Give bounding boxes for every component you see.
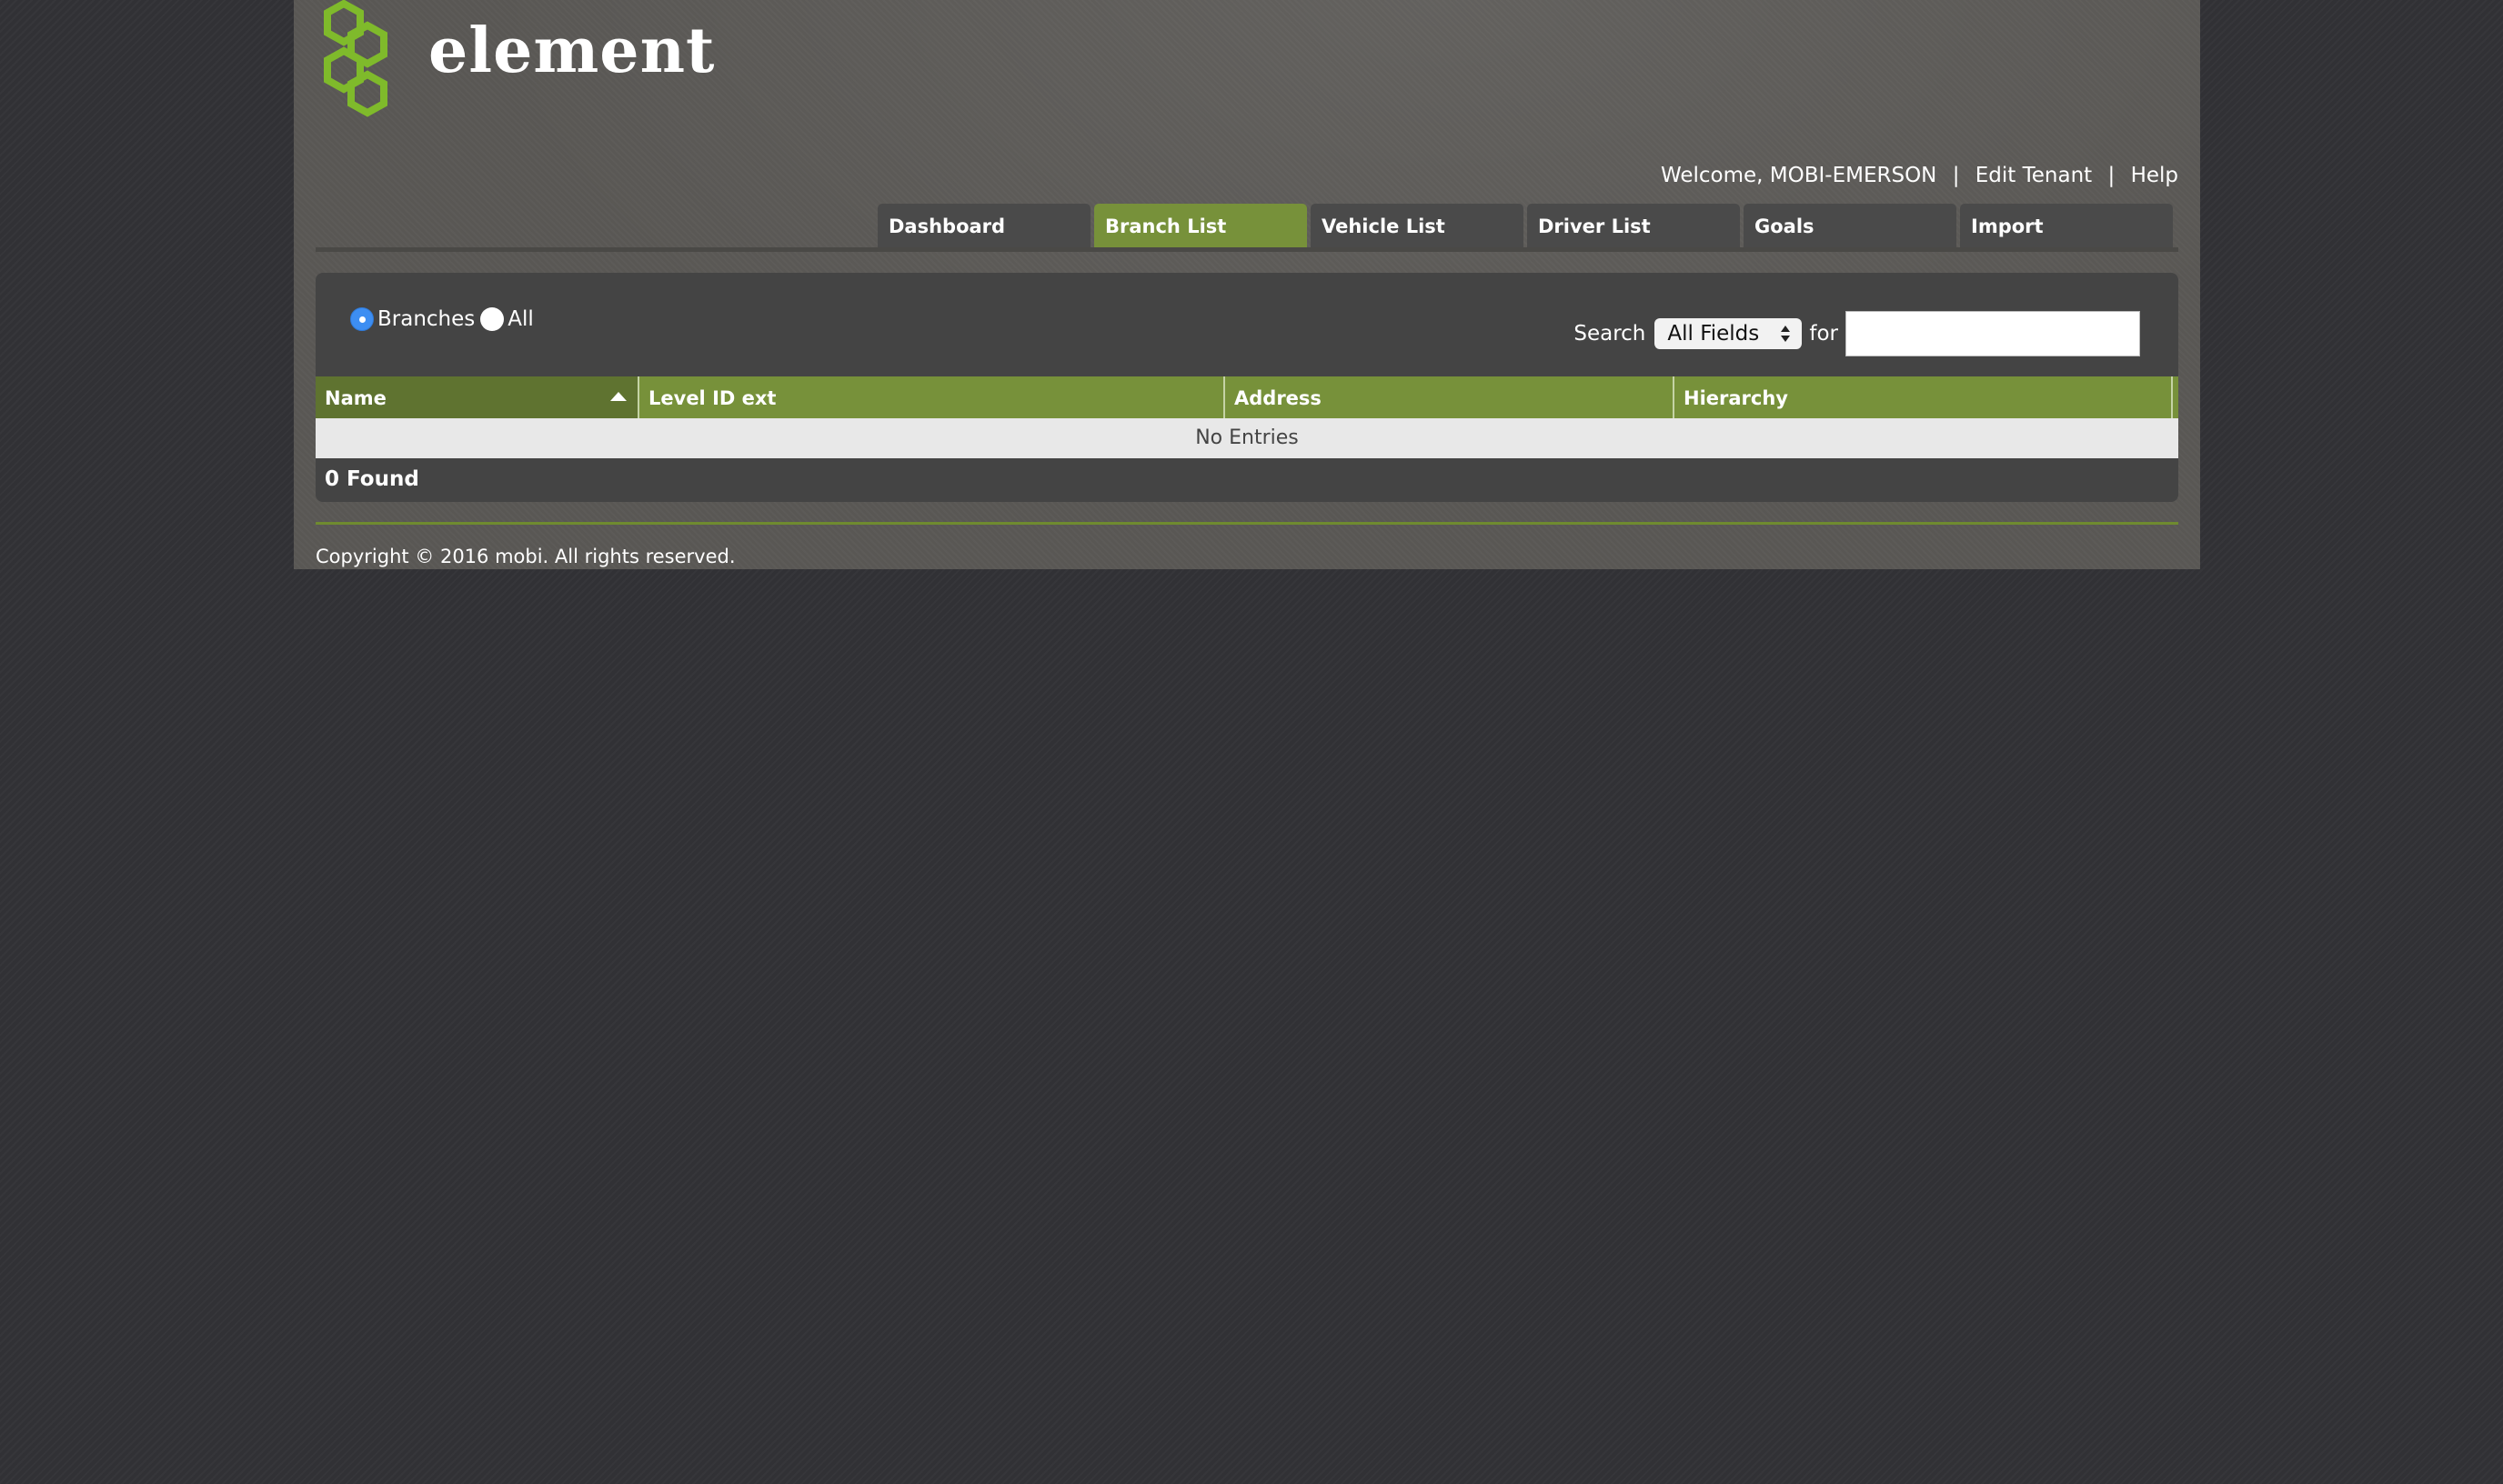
column-header-name[interactable]: Name (316, 376, 639, 418)
branch-list-panel: Branches All Search All Fields for Name (316, 273, 2178, 502)
help-link[interactable]: Help (2131, 164, 2178, 187)
hexagon-cluster-icon (324, 0, 387, 117)
branches-radio[interactable] (350, 307, 374, 331)
column-header-address-label: Address (1234, 387, 1322, 409)
search-field-select[interactable]: All Fields (1654, 318, 1803, 349)
copyright-text: Copyright © 2016 mobi. All rights reserv… (316, 546, 736, 567)
column-header-hierarchy[interactable]: Hierarchy (1674, 376, 2173, 418)
tab-branch-list[interactable]: Branch List (1094, 204, 1307, 247)
for-label: for (1809, 322, 1838, 346)
column-header-address[interactable]: Address (1225, 376, 1674, 418)
branches-radio-label[interactable]: Branches (377, 307, 475, 331)
column-header-name-label: Name (325, 387, 387, 409)
top-links: Welcome, MOBI-EMERSON | Edit Tenant | He… (1661, 164, 2178, 187)
search-field-selected: All Fields (1667, 322, 1760, 346)
search-bar: Search All Fields for (1573, 311, 2140, 356)
select-arrows-icon (1781, 326, 1791, 342)
column-header-level-id-ext[interactable]: Level ID ext (639, 376, 1225, 418)
footer-divider (316, 522, 2178, 525)
sort-ascending-icon (610, 392, 627, 401)
search-label: Search (1573, 322, 1646, 346)
tab-vehicle-list[interactable]: Vehicle List (1311, 204, 1523, 247)
main-nav: Dashboard Branch List Vehicle List Drive… (316, 204, 2178, 252)
table-header: Name Level ID ext Address Hierarchy (316, 376, 2178, 418)
column-header-level-id-ext-label: Level ID ext (648, 387, 777, 409)
nav-underline (316, 247, 2178, 252)
welcome-text: Welcome, MOBI-EMERSON (1660, 164, 1937, 187)
empty-table-row: No Entries (316, 418, 2178, 458)
element-logo[interactable]: element (316, 0, 714, 124)
tab-goals[interactable]: Goals (1744, 204, 1956, 247)
all-radio-label[interactable]: All (508, 307, 534, 331)
filter-radio-group: Branches All (350, 307, 539, 331)
tab-import[interactable]: Import (1960, 204, 2173, 247)
tab-driver-list[interactable]: Driver List (1527, 204, 1740, 247)
link-separator: | (2107, 164, 2116, 187)
link-separator: | (1952, 164, 1960, 187)
results-count: 0 Found (325, 467, 419, 491)
all-radio[interactable] (480, 307, 505, 331)
logo-wordmark: element (428, 15, 716, 87)
edit-tenant-link[interactable]: Edit Tenant (1975, 164, 2092, 187)
page-container: element Welcome, MOBI-EMERSON | Edit Ten… (294, 0, 2200, 569)
tab-dashboard[interactable]: Dashboard (878, 204, 1091, 247)
search-input[interactable] (1845, 311, 2140, 356)
column-header-hierarchy-label: Hierarchy (1684, 387, 1788, 409)
